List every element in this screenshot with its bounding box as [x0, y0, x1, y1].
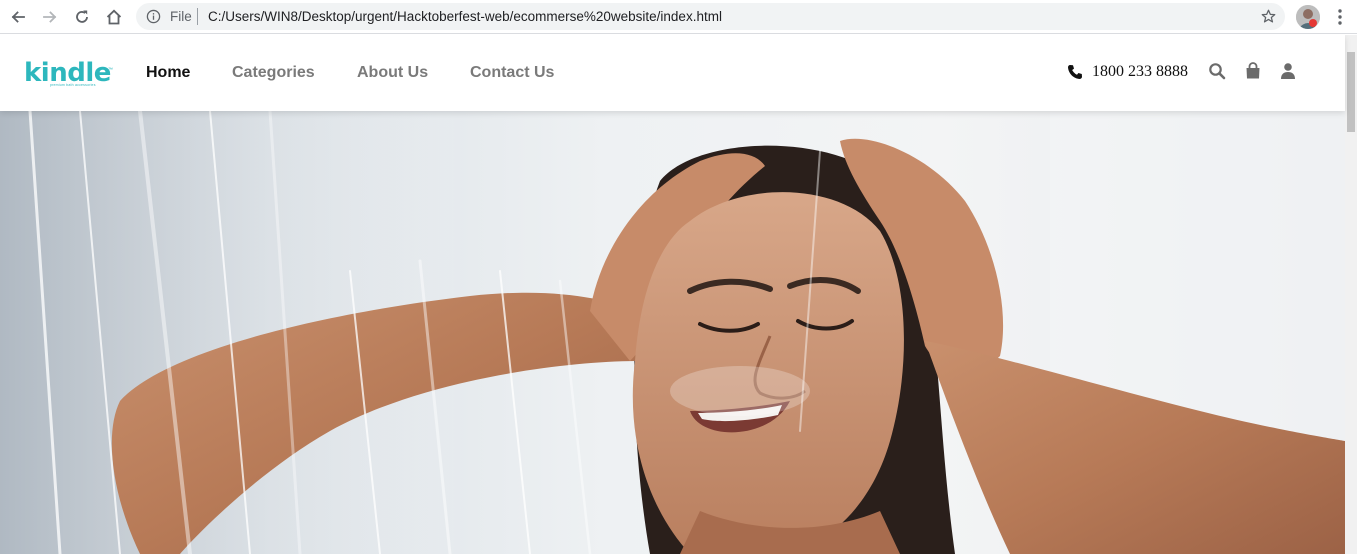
back-button[interactable]	[6, 5, 30, 29]
arrow-right-icon	[43, 11, 57, 23]
page-scrollbar[interactable]	[1345, 35, 1357, 554]
divider	[197, 8, 198, 25]
brand-logo[interactable]: kindle ™ premium bath accessories	[24, 55, 113, 91]
url-scheme-label: File	[170, 9, 192, 24]
shopping-bag-icon[interactable]	[1244, 62, 1262, 80]
arrow-left-icon	[11, 11, 25, 23]
phone-number: 1800 233 8888	[1092, 63, 1188, 80]
site-header: kindle ™ premium bath accessories Home C…	[0, 35, 1345, 111]
hero-image	[0, 111, 1345, 554]
forward-button[interactable]	[38, 5, 62, 29]
avatar-icon	[1296, 5, 1320, 29]
nav-home[interactable]: Home	[146, 63, 190, 83]
phone-icon	[1068, 65, 1082, 79]
brand-trademark: ™	[108, 67, 113, 73]
kebab-menu-icon[interactable]	[1331, 7, 1349, 27]
browser-toolbar: File C:/Users/WIN8/Desktop/urgent/Hackto…	[0, 0, 1357, 34]
star-icon[interactable]	[1260, 8, 1277, 25]
profile-avatar[interactable]	[1296, 5, 1320, 29]
reload-icon	[76, 10, 88, 23]
home-icon	[106, 9, 122, 25]
brand-tagline: premium bath accessories	[50, 83, 96, 87]
url-text[interactable]: C:/Users/WIN8/Desktop/urgent/Hacktoberfe…	[208, 9, 722, 24]
page-viewport: kindle ™ premium bath accessories Home C…	[0, 35, 1357, 554]
info-icon[interactable]	[146, 9, 161, 24]
reload-button[interactable]	[70, 5, 94, 29]
nav-categories[interactable]: Categories	[232, 63, 315, 83]
phone-contact[interactable]: 1800 233 8888	[1067, 61, 1188, 83]
nav-about-us[interactable]: About Us	[357, 63, 428, 83]
hero-banner	[0, 111, 1345, 554]
scrollbar-thumb[interactable]	[1347, 52, 1355, 132]
nav-contact-us[interactable]: Contact Us	[470, 63, 554, 83]
home-button[interactable]	[102, 5, 126, 29]
user-icon[interactable]	[1279, 62, 1297, 80]
search-icon[interactable]	[1208, 62, 1226, 80]
address-bar[interactable]: File C:/Users/WIN8/Desktop/urgent/Hackto…	[136, 3, 1285, 30]
